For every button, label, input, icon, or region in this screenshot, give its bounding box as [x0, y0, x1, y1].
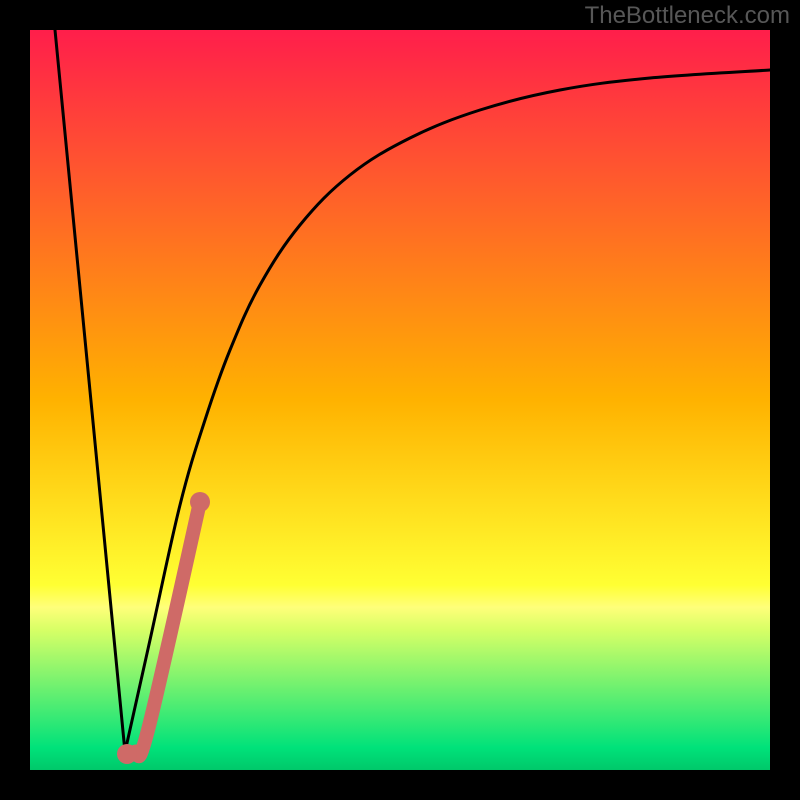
- chart-svg: [30, 30, 770, 770]
- plot-area: [30, 30, 770, 770]
- band-top-knob: [190, 492, 210, 512]
- band-bottom-knob: [117, 744, 137, 764]
- gradient-background: [30, 30, 770, 770]
- watermark-text: TheBottleneck.com: [585, 2, 790, 30]
- chart-frame: TheBottleneck.com: [0, 0, 800, 800]
